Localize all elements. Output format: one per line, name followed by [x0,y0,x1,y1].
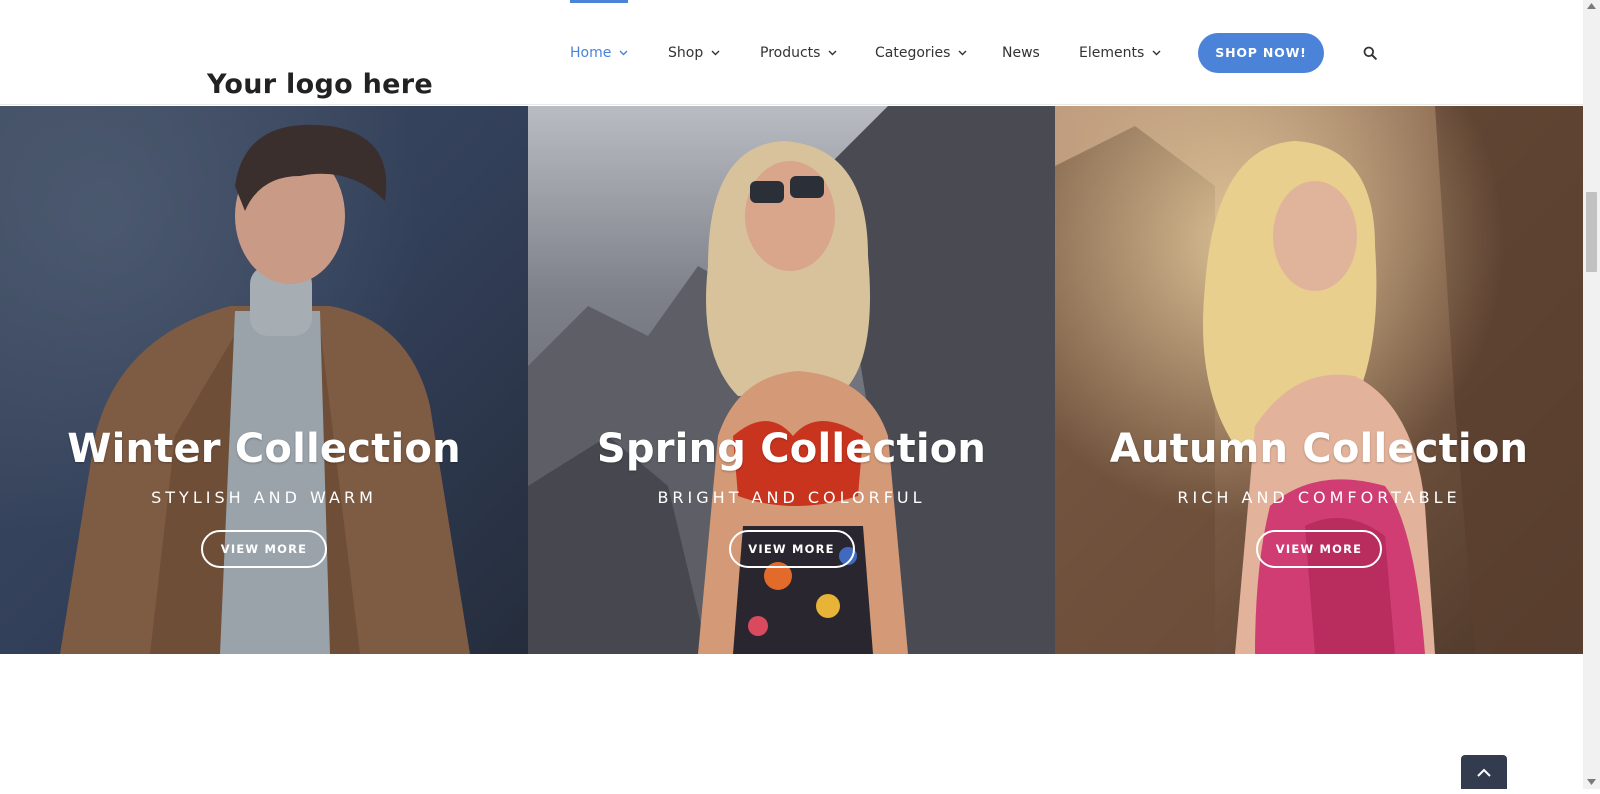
nav-item-label: Products [760,45,821,61]
nav-item-label: Shop [668,45,704,61]
nav-item-label: Elements [1079,45,1145,61]
collection-content: Autumn Collection RICH AND COMFORTABLE V… [1055,424,1583,568]
chevron-down-icon [828,50,837,56]
winter-collection-image [0,106,528,654]
spring-collection-image [528,106,1055,654]
chevron-up-icon [1477,768,1491,777]
collection-content: Spring Collection BRIGHT AND COLORFUL VI… [528,424,1055,568]
page-scrollbar[interactable] [1583,0,1600,789]
site-header: Your logo here Home Shop Products Catego… [0,0,1583,105]
nav-item-shop[interactable]: Shop [668,0,720,104]
nav-item-news[interactable]: News [1002,0,1040,104]
nav-item-elements[interactable]: Elements [1079,0,1161,104]
chevron-down-icon [1152,50,1161,56]
nav-item-home[interactable]: Home [570,0,629,104]
site-logo[interactable]: Your logo here [207,69,433,100]
collection-title: Winter Collection [67,426,461,472]
collections-section: Winter Collection STYLISH AND WARM VIEW … [0,106,1583,654]
view-more-button[interactable]: VIEW MORE [201,530,327,568]
collection-subtitle: BRIGHT AND COLORFUL [657,488,926,507]
scroll-up-arrow-icon[interactable] [1587,3,1596,9]
view-more-button[interactable]: VIEW MORE [728,530,855,568]
shop-now-button[interactable]: SHOP NOW! [1198,33,1324,73]
autumn-collection-image [1055,106,1583,654]
chevron-down-icon [958,50,967,56]
scroll-down-arrow-icon[interactable] [1587,779,1596,785]
chevron-down-icon [711,50,720,56]
collection-panel-spring[interactable]: Spring Collection BRIGHT AND COLORFUL VI… [528,106,1055,654]
view-more-button[interactable]: VIEW MORE [1256,530,1382,568]
chevron-down-icon [619,50,628,56]
collection-subtitle: RICH AND COMFORTABLE [1177,488,1461,507]
nav-item-categories[interactable]: Categories [875,0,967,104]
search-icon[interactable] [1363,46,1377,60]
collection-panel-autumn[interactable]: Autumn Collection RICH AND COMFORTABLE V… [1055,106,1583,654]
back-to-top-button[interactable] [1461,755,1507,789]
collection-panel-winter[interactable]: Winter Collection STYLISH AND WARM VIEW … [0,106,528,654]
collection-content: Winter Collection STYLISH AND WARM VIEW … [0,424,528,568]
nav-item-label: News [1002,45,1040,61]
collection-title: Spring Collection [596,426,987,472]
collection-subtitle: STYLISH AND WARM [151,488,377,507]
collection-title: Autumn Collection [1109,426,1529,472]
nav-item-label: Home [570,45,612,61]
nav-item-products[interactable]: Products [760,0,837,104]
scrollbar-thumb[interactable] [1586,192,1597,272]
nav-item-label: Categories [875,45,951,61]
